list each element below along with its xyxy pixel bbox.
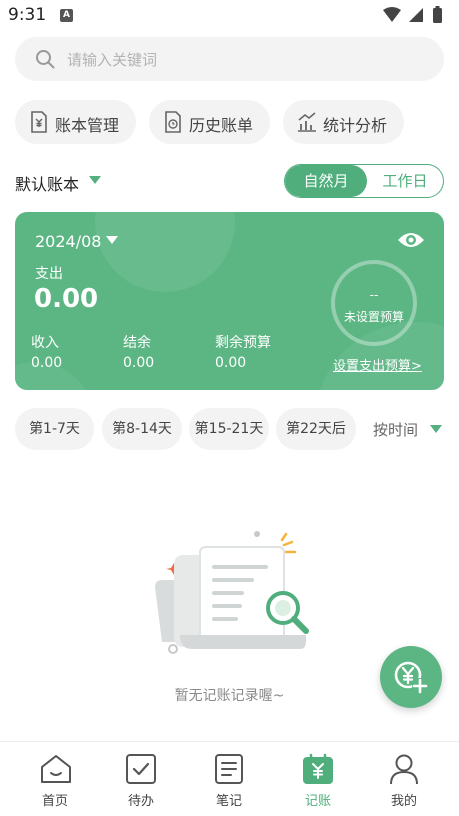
status-icons — [383, 6, 442, 23]
search-icon — [36, 50, 55, 69]
card-decoration — [95, 212, 235, 292]
remaining-budget-label: 剩余预算 — [215, 335, 271, 351]
tab-profile[interactable]: 我的 — [369, 742, 439, 816]
add-bill-icon — [394, 661, 428, 694]
budget-ring-label: 未设置预算 — [343, 310, 404, 324]
todo-icon — [126, 754, 156, 784]
remaining-budget-value: 0.00 — [215, 355, 247, 371]
summary-card: 2024/08 支出 0.00 收入 0.00 结余 0.00 剩余预算 0.0… — [15, 212, 444, 390]
week-filter-chip[interactable]: 第15-21天 — [189, 408, 269, 450]
chevron-down-icon[interactable] — [89, 176, 101, 184]
chevron-down-icon[interactable] — [430, 425, 442, 433]
statistics-icon — [298, 112, 316, 132]
month-selector[interactable]: 2024/08 — [35, 232, 101, 251]
set-budget-link[interactable]: 设置支出预算> — [333, 355, 422, 374]
period-workday[interactable]: 工作日 — [367, 165, 443, 197]
week-filter-chip[interactable]: 第22天后 — [276, 408, 356, 450]
balance-label: 结余 — [123, 335, 151, 351]
tab-home-label: 首页 — [41, 794, 68, 809]
statistics-label: 统计分析 — [323, 116, 388, 135]
expense-label: 支出 — [35, 266, 63, 282]
budget-ring: -- 未设置预算 — [331, 260, 417, 346]
week-filter-chip[interactable]: 第8-14天 — [102, 408, 182, 450]
search-bar[interactable]: 请输入关键词 — [15, 37, 444, 81]
balance-value: 0.00 — [123, 355, 155, 371]
profile-icon — [390, 754, 418, 785]
status-time: 9:31 — [8, 5, 47, 25]
eye-icon[interactable] — [397, 230, 425, 250]
accounting-icon — [303, 753, 333, 784]
tab-profile-label: 我的 — [390, 794, 417, 809]
week-filter-chip[interactable]: 第1-7天 — [15, 408, 94, 450]
tab-accounting[interactable]: 记账 — [283, 742, 353, 816]
history-bill-label: 历史账单 — [189, 116, 254, 135]
history-bill-button[interactable]: 历史账单 — [149, 100, 270, 144]
income-label: 收入 — [31, 335, 59, 351]
statistics-button[interactable]: 统计分析 — [283, 100, 404, 144]
income-value: 0.00 — [31, 355, 63, 371]
ledger-manage-button[interactable]: 账本管理 — [15, 100, 136, 144]
add-record-button[interactable] — [380, 646, 442, 708]
period-natural-month[interactable]: 自然月 — [285, 165, 367, 197]
ledger-icon — [31, 111, 47, 133]
tab-accounting-label: 记账 — [304, 794, 331, 809]
tab-todo[interactable]: 待办 — [106, 742, 176, 816]
empty-receipt-illustration — [155, 531, 309, 654]
bottom-tab-bar: 首页 待办 笔记 记账 我的 — [0, 741, 459, 816]
expense-value: 0.00 — [34, 284, 99, 314]
notification-icon: A — [60, 9, 73, 22]
search-input[interactable]: 请输入关键词 — [67, 49, 157, 70]
budget-ring-value: -- — [369, 288, 379, 302]
tab-notes-label: 笔记 — [215, 794, 242, 809]
history-bill-icon — [165, 111, 181, 133]
home-icon — [41, 755, 71, 783]
period-toggle[interactable]: 自然月 工作日 — [284, 164, 444, 198]
chevron-down-icon[interactable] — [106, 236, 118, 244]
book-selector[interactable]: 默认账本 — [15, 171, 79, 195]
status-bar: 9:31 A — [0, 0, 459, 30]
tab-notes[interactable]: 笔记 — [194, 742, 264, 816]
tab-home[interactable]: 首页 — [20, 742, 90, 816]
sort-selector[interactable]: 按时间 — [373, 419, 418, 440]
ledger-manage-label: 账本管理 — [55, 116, 120, 135]
notes-icon — [215, 754, 243, 784]
tab-todo-label: 待办 — [127, 794, 154, 809]
